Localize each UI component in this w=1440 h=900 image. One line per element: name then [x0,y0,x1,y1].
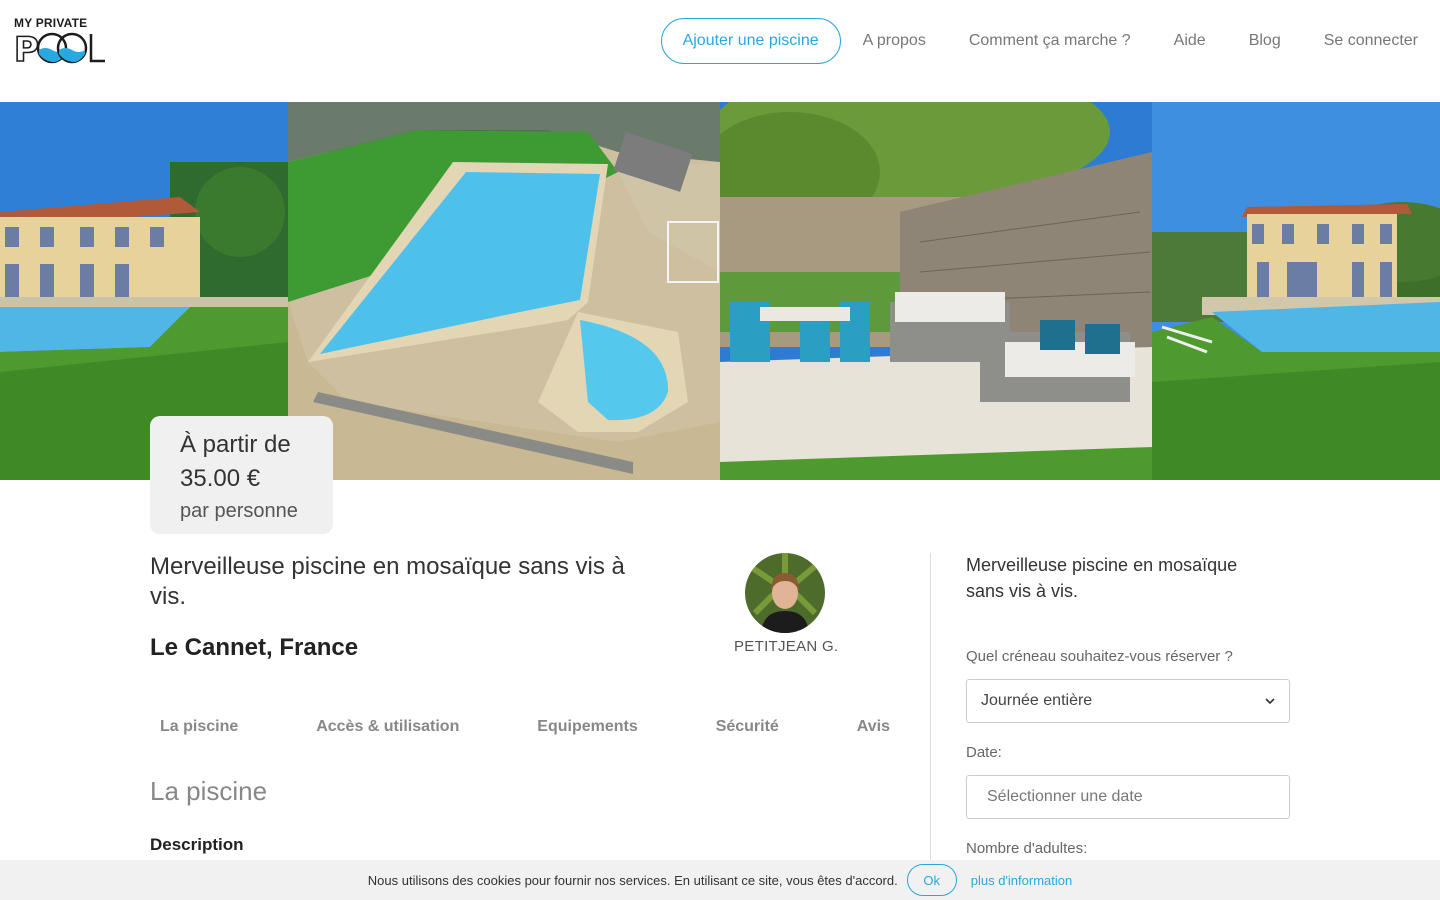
nav-login[interactable]: Se connecter [1324,32,1418,50]
host-name[interactable]: PETITJEAN G. [734,638,838,655]
nav-help[interactable]: Aide [1174,32,1206,50]
add-pool-button[interactable]: Ajouter une piscine [660,18,841,64]
tab-security[interactable]: Sécurité [716,718,779,736]
host-avatar[interactable] [745,553,825,633]
date-input[interactable]: Sélectionner une date [966,775,1290,819]
column-divider [930,553,931,863]
tab-reviews[interactable]: Avis [857,718,890,736]
listing-tabs: La piscine Accès & utilisation Equipemen… [160,718,890,736]
gallery-photo-terrace[interactable] [720,102,1152,480]
gallery-photo-villa-right[interactable] [1152,102,1440,480]
host-profile[interactable]: PETITJEAN G. [734,553,838,655]
booking-title: Merveilleuse piscine en mosaïque sans vi… [966,555,1238,601]
nav-about[interactable]: A propos [863,32,926,50]
gallery-photo-pool[interactable] [288,102,720,480]
site-header: MY PRIVATE P Ajouter une piscine A propo… [0,0,1440,102]
price-prefix: À partir de [180,431,291,458]
date-label: Date: [966,744,1002,761]
tab-pool[interactable]: La piscine [160,718,238,736]
logo-pool-icon: P [14,30,105,64]
cookie-banner: Nous utilisons des cookies pour fournir … [0,860,1440,900]
listing-title: Merveilleuse piscine en mosaïque sans vi… [150,553,625,610]
description-heading: Description [150,835,244,854]
price-unit: par personne [180,500,298,522]
listing-location: Le Cannet, France [150,634,359,661]
logo-text-top: MY PRIVATE [14,16,88,30]
slot-select[interactable]: Journée entière [966,679,1290,723]
cookie-ok-button[interactable]: Ok [906,864,957,896]
cookie-text: Nous utilisons des cookies pour fournir … [367,872,898,888]
slot-label: Quel créneau souhaitez-vous réserver ? [966,648,1233,665]
svg-text:P: P [14,30,39,64]
tab-equipment[interactable]: Equipements [537,718,637,736]
tab-access-usage[interactable]: Accès & utilisation [316,718,459,736]
cookie-more-info-link[interactable]: plus d'information [971,873,1072,888]
site-logo[interactable]: MY PRIVATE P [14,16,106,64]
chevron-down-icon [1265,698,1275,705]
price-card: À partir de 35.00 € par personne [150,416,333,534]
main-nav: Ajouter une piscine A propos Comment ça … [660,18,1418,64]
nav-blog[interactable]: Blog [1249,32,1281,50]
slot-select-value: Journée entière [981,692,1093,709]
price-amount: 35.00 € [180,465,261,492]
section-title: La piscine [150,776,268,806]
nav-how-it-works[interactable]: Comment ça marche ? [969,32,1131,50]
adults-label: Nombre d'adultes: [966,840,1088,857]
